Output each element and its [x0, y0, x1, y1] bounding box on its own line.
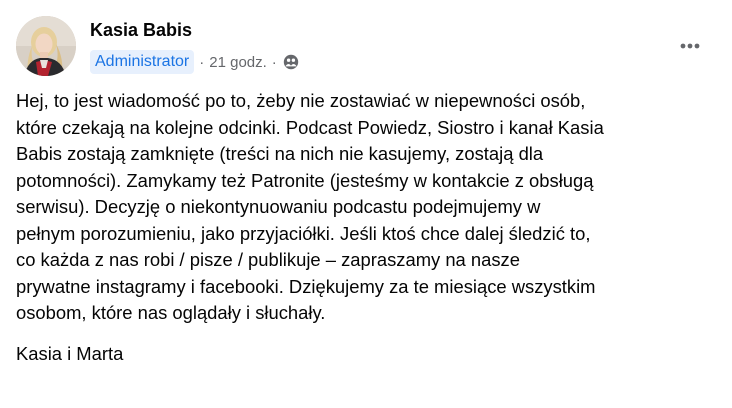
- more-options-button[interactable]: [672, 28, 708, 64]
- post-header: Kasia Babis Administrator · 21 godz. ·: [16, 14, 716, 78]
- author-name[interactable]: Kasia Babis: [90, 20, 192, 41]
- post-paragraph: Hej, to jest wiadomość po to, żeby nie z…: [16, 90, 604, 323]
- meta-separator: ·: [271, 53, 277, 71]
- meta-separator: ·: [199, 53, 205, 71]
- avatar-portrait-icon: [16, 16, 76, 76]
- post-timestamp[interactable]: 21 godz.: [209, 54, 267, 71]
- post-card: Kasia Babis Administrator · 21 godz. · H…: [0, 0, 732, 408]
- role-badge[interactable]: Administrator: [90, 50, 195, 74]
- post-body: Hej, to jest wiadomość po to, żeby nie z…: [16, 88, 716, 367]
- avatar[interactable]: [16, 16, 76, 76]
- friends-privacy-icon[interactable]: [283, 54, 299, 70]
- more-horizontal-icon: [680, 43, 700, 49]
- post-meta: Administrator · 21 godz. ·: [90, 49, 299, 75]
- post-signature: Kasia i Marta: [16, 342, 124, 364]
